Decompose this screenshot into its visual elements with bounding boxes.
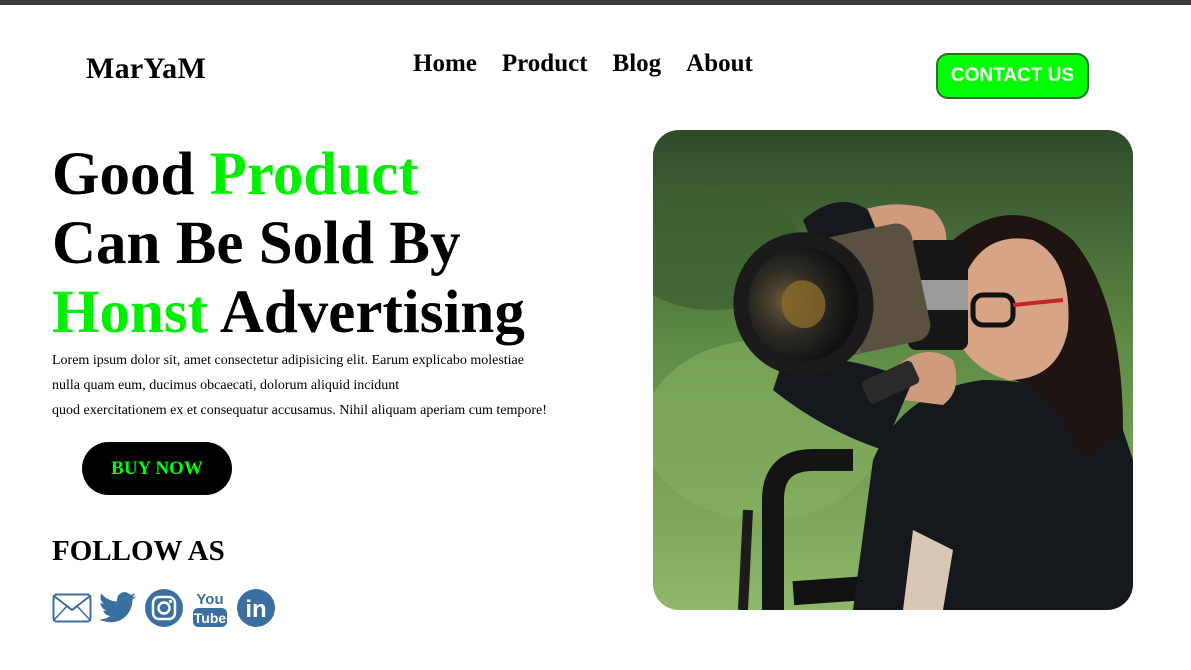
instagram-icon[interactable] xyxy=(144,588,184,628)
youtube-bottom-text: Tube xyxy=(194,610,227,626)
headline-line-1: Good Product xyxy=(52,140,525,209)
description-line: nulla quam eum, ducimus obcaecati, dolor… xyxy=(52,378,400,393)
youtube-icon[interactable]: You Tube xyxy=(190,588,230,628)
mail-icon[interactable] xyxy=(52,588,92,628)
description-line: quod exercitationem ex et consequatur ac… xyxy=(52,403,547,418)
main-nav: Home Product Blog About xyxy=(413,50,753,78)
hero-photo-photographer xyxy=(653,130,1133,610)
contact-us-button[interactable]: CONTACT US xyxy=(936,53,1089,99)
description-line: Lorem ipsum dolor sit, amet consectetur … xyxy=(52,353,524,368)
youtube-top-text: You xyxy=(196,591,223,608)
twitter-icon[interactable] xyxy=(98,588,138,628)
headline-word-advertising: Advertising xyxy=(219,279,525,346)
headline-line-2: Can Be Sold By xyxy=(52,210,461,277)
hero-description: Lorem ipsum dolor sit, amet consectetur … xyxy=(52,348,572,423)
nav-home[interactable]: Home xyxy=(413,50,477,78)
top-border xyxy=(0,0,1191,5)
headline-word-good: Good xyxy=(52,141,195,208)
headline-word-product: Product xyxy=(209,141,419,208)
follow-heading: FOLLOW AS xyxy=(52,535,225,567)
hero-headline: Good Product Can Be Sold By Honst Advert… xyxy=(52,140,525,347)
nav-product[interactable]: Product xyxy=(502,50,588,78)
buy-now-button[interactable]: BUY NOW xyxy=(82,442,232,495)
headline-word-honst: Honst xyxy=(52,279,208,346)
headline-line-3: Honst Advertising xyxy=(52,278,525,347)
social-links: You Tube in xyxy=(52,588,276,628)
nav-blog[interactable]: Blog xyxy=(613,50,662,78)
site-logo[interactable]: MarYaM xyxy=(86,52,206,86)
linkedin-text: in xyxy=(245,596,266,623)
nav-about[interactable]: About xyxy=(686,50,753,78)
linkedin-icon[interactable]: in xyxy=(236,588,276,628)
